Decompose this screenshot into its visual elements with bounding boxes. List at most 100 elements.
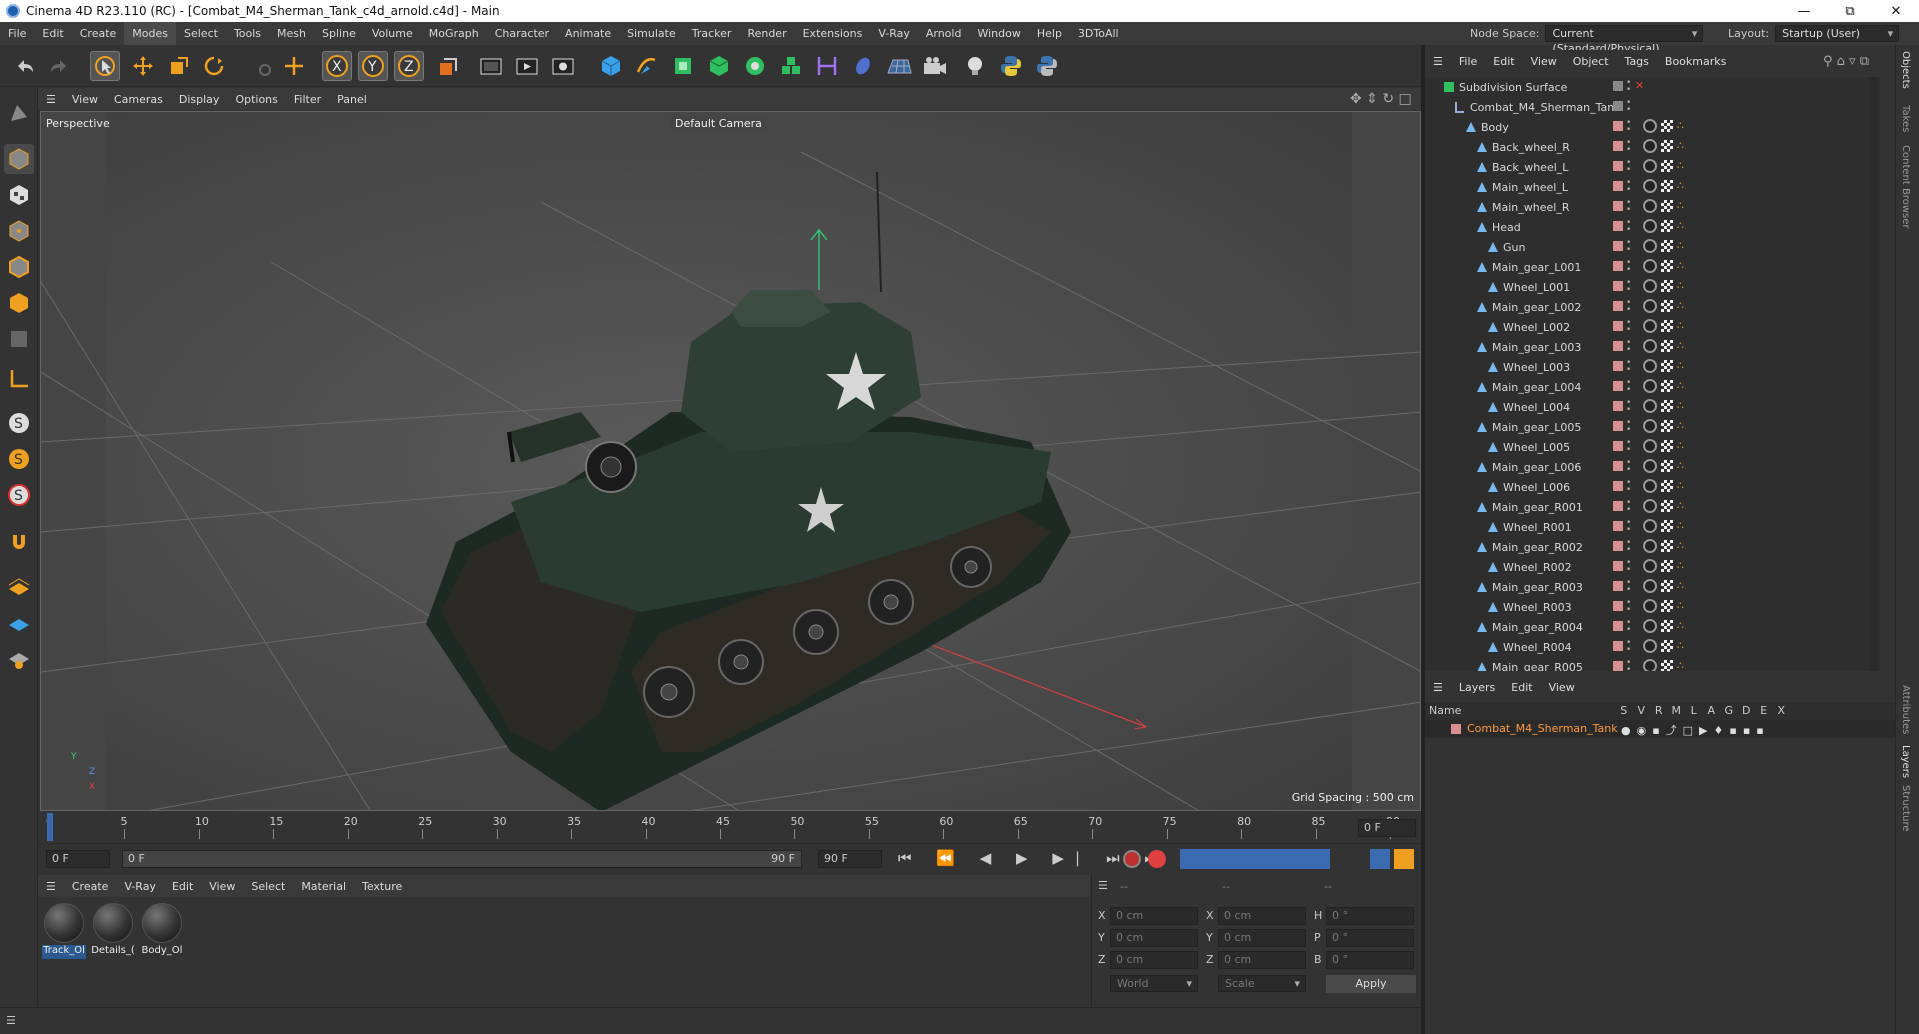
b-field[interactable]: 0 ° xyxy=(1326,951,1414,969)
mat-menu-select[interactable]: Select xyxy=(243,880,293,893)
object-tags[interactable]: • • ∴ xyxy=(1425,277,1684,297)
render-dots-icon[interactable]: • • xyxy=(1626,99,1631,115)
object-row[interactable]: Head • • ∴ xyxy=(1425,217,1880,237)
vp-menu-cameras[interactable]: Cameras xyxy=(106,93,171,106)
uvw-tag-icon[interactable]: ∴ xyxy=(1677,179,1684,192)
maximize-icon[interactable]: ⧉ xyxy=(1827,0,1873,22)
texture-tag-icon[interactable] xyxy=(1661,240,1673,252)
om-search-icons[interactable]: ⚲ ⌂ ▿ ⧉ xyxy=(1823,54,1869,69)
visibility-icon[interactable] xyxy=(1613,401,1623,411)
python-script-icon[interactable] xyxy=(1032,51,1062,81)
menu-spline[interactable]: Spline xyxy=(314,22,364,45)
uv-mode-icon[interactable] xyxy=(4,324,34,354)
layer-flag-header[interactable]: D xyxy=(1738,704,1756,717)
object-row[interactable]: Wheel_R001 • • ∴ xyxy=(1425,517,1880,537)
render-dots-icon[interactable]: • • xyxy=(1626,499,1631,515)
render-dots-icon[interactable]: • • xyxy=(1626,399,1631,415)
uvw-tag-icon[interactable]: ∴ xyxy=(1677,399,1684,412)
redo-icon[interactable] xyxy=(44,51,74,81)
uvw-tag-icon[interactable]: ∴ xyxy=(1677,359,1684,372)
object-tags[interactable]: • • ∴ xyxy=(1425,117,1684,137)
mat-menu-material[interactable]: Material xyxy=(293,880,354,893)
om-menu-object[interactable]: Object xyxy=(1565,55,1617,68)
object-row[interactable]: Main_gear_L001 • • ∴ xyxy=(1425,257,1880,277)
material-tag-icon[interactable] xyxy=(1643,599,1657,613)
uvw-tag-icon[interactable]: ∴ xyxy=(1677,259,1684,272)
material-tag-icon[interactable] xyxy=(1643,659,1657,671)
render-dots-icon[interactable]: • • xyxy=(1626,199,1631,215)
texture-tag-icon[interactable] xyxy=(1661,540,1673,552)
tab-content-browser[interactable]: Content Browser xyxy=(1900,145,1911,228)
material-tag-icon[interactable] xyxy=(1643,399,1657,413)
layers-menu-icon[interactable]: ☰ xyxy=(1425,681,1451,694)
texture-tag-icon[interactable] xyxy=(1661,440,1673,452)
menu-simulate[interactable]: Simulate xyxy=(619,22,684,45)
visibility-icon[interactable] xyxy=(1613,141,1623,151)
subdivision-surface-icon[interactable] xyxy=(668,51,698,81)
uvw-tag-icon[interactable]: ∴ xyxy=(1677,539,1684,552)
object-row[interactable]: Subdivision Surface • • ✕ xyxy=(1425,77,1880,97)
render-dots-icon[interactable]: • • xyxy=(1626,179,1631,195)
texture-tag-icon[interactable] xyxy=(1661,560,1673,572)
film-icon[interactable] xyxy=(1394,849,1414,869)
object-tags[interactable]: • • ∴ xyxy=(1425,637,1684,657)
object-tags[interactable]: • • ∴ xyxy=(1425,597,1684,617)
y-pos-field[interactable]: 0 cm xyxy=(1110,929,1198,947)
om-menu-tags[interactable]: Tags xyxy=(1617,55,1657,68)
key-mode-icons[interactable] xyxy=(1180,849,1330,869)
texture-tag-icon[interactable] xyxy=(1661,660,1673,671)
uvw-tag-icon[interactable]: ∴ xyxy=(1677,379,1684,392)
point-mode-icon[interactable] xyxy=(4,216,34,246)
material-tag-icon[interactable] xyxy=(1643,239,1657,253)
object-row[interactable]: Wheel_R004 • • ∴ xyxy=(1425,637,1880,657)
layout-dropdown[interactable]: Startup (User) xyxy=(1775,25,1900,42)
uvw-tag-icon[interactable]: ∴ xyxy=(1677,139,1684,152)
render-dots-icon[interactable]: • • xyxy=(1626,79,1631,95)
menu-create[interactable]: Create xyxy=(72,22,125,45)
snap-icon[interactable]: S xyxy=(4,408,34,438)
object-row[interactable]: Main_gear_L003 • • ∴ xyxy=(1425,337,1880,357)
texture-tag-icon[interactable] xyxy=(1661,460,1673,472)
select-tool-icon[interactable] xyxy=(90,51,120,81)
render-dots-icon[interactable]: • • xyxy=(1626,439,1631,455)
render-dots-icon[interactable]: • • xyxy=(1626,539,1631,555)
python-icon[interactable] xyxy=(996,51,1026,81)
object-tags[interactable]: • • ∴ xyxy=(1425,557,1684,577)
object-row[interactable]: Wheel_L002 • • ∴ xyxy=(1425,317,1880,337)
object-row[interactable]: Wheel_L003 • • ∴ xyxy=(1425,357,1880,377)
menu-vray[interactable]: V-Ray xyxy=(870,22,918,45)
material-swatch[interactable]: Details_( xyxy=(91,901,135,959)
object-tags[interactable]: • • ∴ xyxy=(1425,357,1684,377)
sound-icon[interactable] xyxy=(1370,849,1390,869)
mat-menu-texture[interactable]: Texture xyxy=(354,880,410,893)
object-row[interactable]: Main_wheel_R • • ∴ xyxy=(1425,197,1880,217)
visibility-icon[interactable] xyxy=(1613,281,1623,291)
playhead[interactable] xyxy=(47,813,53,841)
render-dots-icon[interactable]: • • xyxy=(1626,639,1631,655)
snap-enable-icon[interactable]: S xyxy=(4,444,34,474)
scale-dropdown[interactable]: Scale xyxy=(1218,975,1306,992)
start-frame-field[interactable]: 0 F xyxy=(46,850,110,868)
material-tag-icon[interactable] xyxy=(1643,479,1657,493)
menu-tools[interactable]: Tools xyxy=(226,22,269,45)
menu-help[interactable]: Help xyxy=(1029,22,1070,45)
vp-menu-view[interactable]: View xyxy=(64,93,106,106)
disable-icon[interactable]: ✕ xyxy=(1635,79,1644,92)
layer-flag-header[interactable]: E xyxy=(1755,704,1773,717)
render-settings-icon[interactable] xyxy=(548,51,578,81)
visibility-icon[interactable] xyxy=(1613,561,1623,571)
light-icon[interactable] xyxy=(960,51,990,81)
object-tags[interactable]: • • ∴ xyxy=(1425,577,1684,597)
snap-settings-icon[interactable]: S xyxy=(4,480,34,510)
object-row[interactable]: Wheel_L004 • • ∴ xyxy=(1425,397,1880,417)
timeline-ruler[interactable]: 051015202530354045505560657075808590 0 F xyxy=(38,813,1421,843)
object-row[interactable]: Wheel_R003 • • ∴ xyxy=(1425,597,1880,617)
visibility-icon[interactable] xyxy=(1613,221,1623,231)
p-field[interactable]: 0 ° xyxy=(1326,929,1414,947)
render-dots-icon[interactable]: • • xyxy=(1626,339,1631,355)
grid-plane-icon[interactable] xyxy=(4,608,34,638)
visibility-icon[interactable] xyxy=(1613,121,1623,131)
object-row[interactable]: Main_gear_L006 • • ∴ xyxy=(1425,457,1880,477)
object-row[interactable]: Main_gear_R001 • • ∴ xyxy=(1425,497,1880,517)
menu-mesh[interactable]: Mesh xyxy=(269,22,314,45)
